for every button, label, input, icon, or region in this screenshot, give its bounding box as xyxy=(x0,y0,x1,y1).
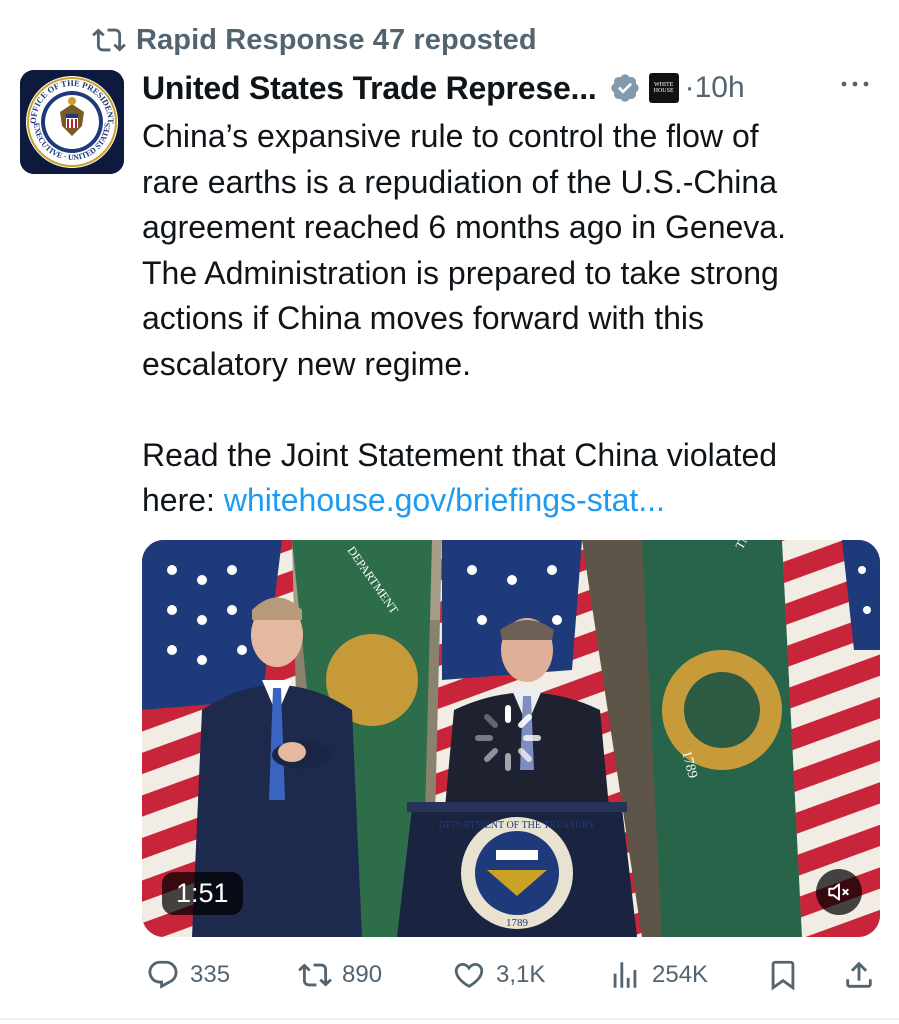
like-button[interactable]: 3,1K xyxy=(452,950,545,1000)
repost-label: Rapid Response 47 reposted xyxy=(136,23,537,56)
tweet-body: China’s expansive rule to control the fl… xyxy=(142,118,786,518)
repost-icon xyxy=(298,963,332,987)
video-duration: 1:51 xyxy=(162,872,243,915)
repost-context[interactable]: Rapid Response 47 reposted xyxy=(92,22,537,58)
bookmark-button[interactable] xyxy=(766,950,800,1000)
share-button[interactable] xyxy=(842,950,876,1000)
divider xyxy=(0,1018,899,1020)
video-player[interactable]: DEPARTMENT OF THE TREASURY 1789 1789 DEP… xyxy=(142,540,880,937)
views-button[interactable]: 254K xyxy=(608,950,708,1000)
mute-button[interactable] xyxy=(816,869,862,915)
podium-seal-year: 1789 xyxy=(506,917,529,929)
view-count: 254K xyxy=(652,961,709,988)
reply-count: 335 xyxy=(190,961,231,988)
action-bar: 335 890 3,1K 254K xyxy=(142,950,882,1000)
reply-button[interactable]: 335 xyxy=(146,950,230,1000)
repost-icon xyxy=(92,28,126,52)
volume-muted-icon xyxy=(828,883,849,901)
repost-count: 890 xyxy=(342,961,383,988)
repost-button[interactable]: 890 xyxy=(298,950,382,1000)
heart-icon xyxy=(454,962,484,988)
views-chart-icon xyxy=(613,962,637,988)
like-count: 3,1K xyxy=(496,961,546,988)
loading-spinner-icon xyxy=(475,705,541,771)
executive-office-seal-avatar: OFFICE OF THE PRESIDENT EXECUTIVE · UNIT… xyxy=(20,70,124,174)
tweet-time[interactable]: ·10h xyxy=(685,71,745,105)
share-icon xyxy=(846,961,872,988)
tweet-text: China’s expansive rule to control the fl… xyxy=(142,114,882,524)
verified-badge-icon[interactable] xyxy=(609,72,641,104)
more-options-icon[interactable] xyxy=(839,76,871,92)
author-name[interactable]: United States Trade Represe... xyxy=(142,70,597,107)
author-avatar[interactable]: OFFICE OF THE PRESIDENT EXECUTIVE · UNIT… xyxy=(20,70,124,174)
author-row: United States Trade Represe... WHITE HOU… xyxy=(142,64,879,112)
affiliate-line-2: HOUSE xyxy=(653,88,674,94)
bookmark-icon xyxy=(771,960,795,991)
white-house-affiliate-badge[interactable]: WHITE HOUSE xyxy=(648,73,679,103)
reply-icon xyxy=(148,960,178,989)
podium-seal-text: DEPARTMENT OF THE TREASURY xyxy=(438,820,595,831)
tweet-link[interactable]: whitehouse.gov/briefings-stat... xyxy=(224,482,665,518)
